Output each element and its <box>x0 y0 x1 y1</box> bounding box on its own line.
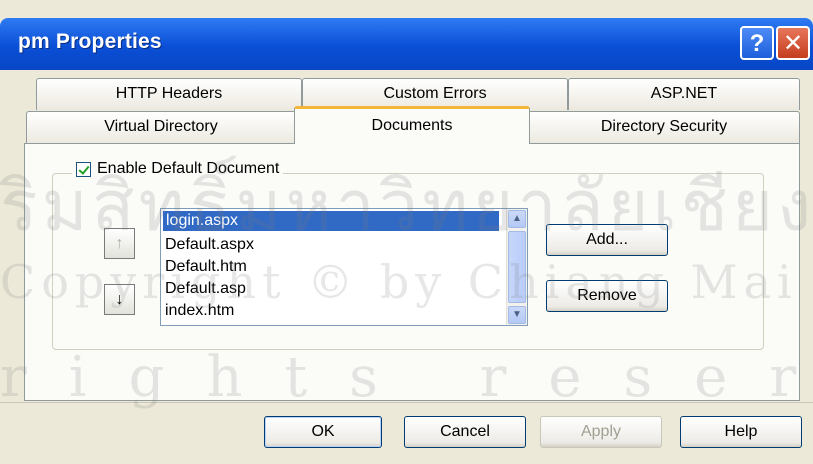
tab-http-headers[interactable]: HTTP Headers <box>36 78 302 110</box>
title-bar[interactable]: pm Properties ? ✕ <box>0 18 813 70</box>
help-title-button[interactable]: ? <box>740 26 774 60</box>
scroll-up-icon[interactable]: ▲ <box>508 210 526 228</box>
scroll-down-icon[interactable]: ▼ <box>508 306 526 324</box>
list-item[interactable]: index.htm <box>165 301 234 321</box>
apply-button[interactable]: Apply <box>540 416 662 448</box>
list-item[interactable]: Default.asp <box>165 279 246 299</box>
enable-default-checkbox[interactable] <box>76 161 91 177</box>
tab-documents[interactable]: Documents <box>294 106 530 144</box>
move-down-button[interactable]: ↓ <box>104 284 135 315</box>
properties-dialog: pm Properties ? ✕ HTTP Headers Custom Er… <box>0 0 813 464</box>
default-documents-list[interactable]: login.aspx Default.aspx Default.htm Defa… <box>160 208 528 326</box>
cancel-button[interactable]: Cancel <box>404 416 526 448</box>
list-item[interactable]: Default.aspx <box>165 235 254 255</box>
list-item[interactable]: login.aspx <box>163 211 499 231</box>
scroll-thumb[interactable] <box>508 231 526 303</box>
remove-button[interactable]: Remove <box>546 280 668 312</box>
list-scrollbar[interactable]: ▲ ▼ <box>506 209 527 325</box>
enable-default-document[interactable]: Enable Default Document <box>72 160 284 178</box>
window-title: pm Properties <box>18 30 162 53</box>
tab-directory-security[interactable]: Directory Security <box>528 111 800 143</box>
list-item[interactable]: Default.htm <box>165 257 247 277</box>
close-button[interactable]: ✕ <box>776 26 810 60</box>
tab-virtual-directory[interactable]: Virtual Directory <box>26 111 296 143</box>
enable-default-label: Enable Default Document <box>97 160 280 177</box>
footer-divider <box>0 402 813 403</box>
tab-asp-net[interactable]: ASP.NET <box>568 78 800 110</box>
help-button[interactable]: Help <box>680 416 802 448</box>
add-button[interactable]: Add... <box>546 224 668 256</box>
move-up-button[interactable]: ↑ <box>104 228 135 259</box>
ok-button[interactable]: OK <box>264 416 382 448</box>
